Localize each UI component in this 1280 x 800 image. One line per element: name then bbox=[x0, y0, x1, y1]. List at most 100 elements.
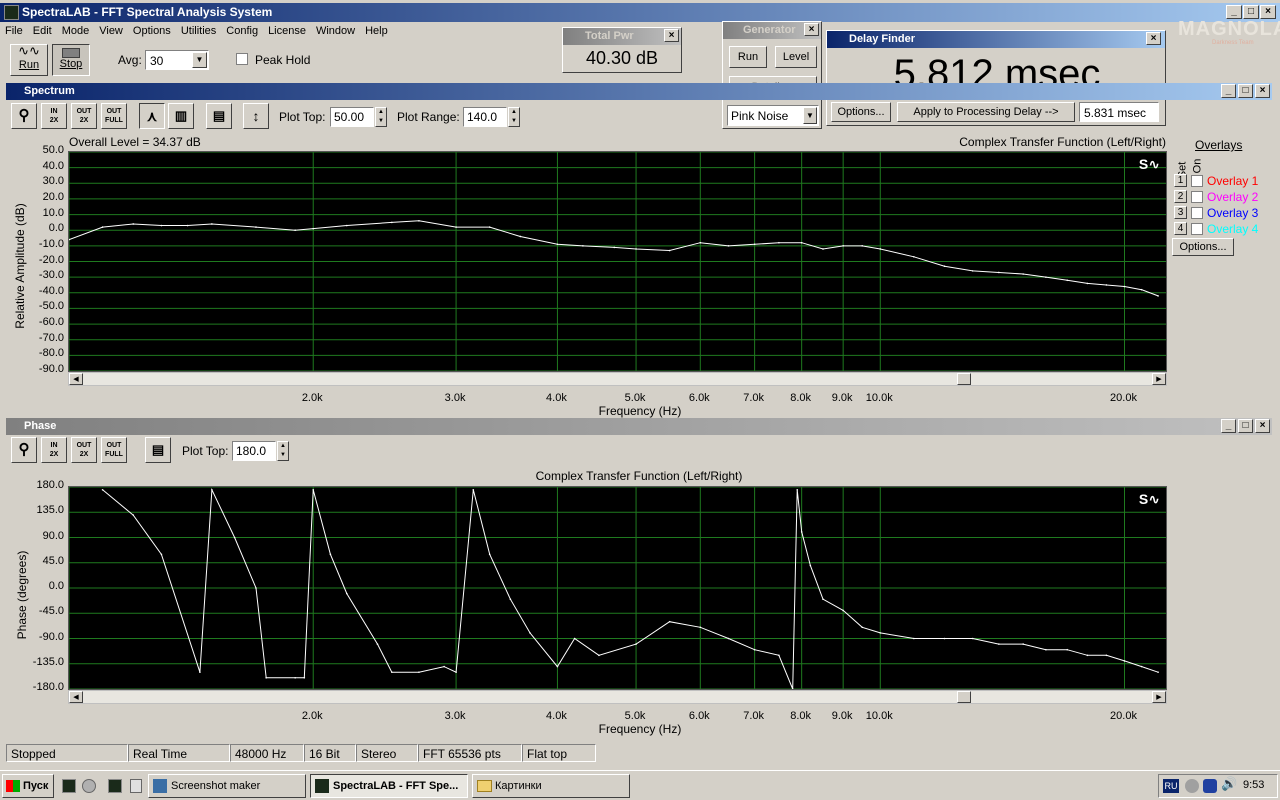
generator-title-bar: Generator × bbox=[723, 22, 821, 39]
total-pwr-title-bar: Total Pwr × bbox=[563, 28, 681, 45]
menu-window[interactable]: Window bbox=[311, 23, 360, 37]
overlay-on-checkbox-2[interactable] bbox=[1191, 191, 1203, 203]
chevron-down-icon[interactable]: ▼ bbox=[192, 52, 207, 68]
run-button[interactable]: ∿∿ Run bbox=[10, 44, 48, 76]
phase-minimize-button[interactable]: _ bbox=[1221, 419, 1236, 433]
task-kartinki[interactable]: Картинки bbox=[472, 774, 630, 798]
plot-top-field[interactable]: 50.00 bbox=[330, 107, 374, 127]
menu-file[interactable]: File bbox=[0, 23, 28, 37]
overlay-on-checkbox-4[interactable] bbox=[1191, 223, 1203, 235]
scroll-left-icon[interactable]: ◀ bbox=[69, 373, 83, 385]
overlay-set-button-1[interactable]: 1 bbox=[1174, 174, 1187, 187]
task-spectralab[interactable]: SpectraLAB - FFT Spe... bbox=[310, 774, 468, 798]
spectrum-data-point bbox=[861, 245, 864, 247]
scroll-right-icon[interactable]: ▶ bbox=[1152, 373, 1166, 385]
status-window: Flat top bbox=[522, 744, 596, 762]
phase-scrollbar[interactable]: ◀ ▶ bbox=[68, 690, 1167, 704]
menu-license[interactable]: License bbox=[263, 23, 311, 37]
menu-edit[interactable]: Edit bbox=[28, 23, 57, 37]
scroll-thumb[interactable] bbox=[957, 373, 971, 385]
tray-network-icon[interactable] bbox=[1203, 779, 1217, 793]
maximize-button[interactable]: □ bbox=[1243, 5, 1259, 19]
bar-plot-icon[interactable]: ▥ bbox=[168, 103, 194, 129]
quicklaunch-app-icon[interactable] bbox=[82, 779, 96, 793]
scroll-right-icon[interactable]: ▶ bbox=[1152, 691, 1166, 703]
menu-options[interactable]: Options bbox=[128, 23, 176, 37]
plot-range-spinner[interactable]: ▲ ▼ bbox=[508, 107, 520, 127]
language-indicator[interactable]: RU bbox=[1163, 779, 1179, 793]
phase-display-settings-icon[interactable]: ▤ bbox=[145, 437, 171, 463]
menu-view[interactable]: View bbox=[94, 23, 128, 37]
phase-close-button[interactable]: × bbox=[1255, 419, 1270, 433]
generator-run-button[interactable]: Run bbox=[729, 46, 767, 68]
autoscale-icon[interactable]: ↕ bbox=[243, 103, 269, 129]
close-button[interactable]: × bbox=[1260, 5, 1276, 19]
menu-utilities[interactable]: Utilities bbox=[176, 23, 221, 37]
spectrum-scrollbar[interactable]: ◀ ▶ bbox=[68, 372, 1167, 386]
spectrum-maximize-button[interactable]: □ bbox=[1238, 84, 1253, 98]
minimize-button[interactable]: _ bbox=[1226, 5, 1242, 19]
overlay-set-button-2[interactable]: 2 bbox=[1174, 190, 1187, 203]
phase-maximize-button[interactable]: □ bbox=[1238, 419, 1253, 433]
volume-icon[interactable]: 🔊 bbox=[1221, 777, 1237, 792]
overlay-options-button[interactable]: Options... bbox=[1172, 238, 1234, 256]
menu-help[interactable]: Help bbox=[360, 23, 393, 37]
overlay-on-checkbox-1[interactable] bbox=[1191, 175, 1203, 187]
phase-plot-top-spinner[interactable]: ▲ ▼ bbox=[277, 441, 289, 461]
quicklaunch-spectralab2-icon[interactable] bbox=[108, 779, 122, 793]
phase-data-point bbox=[796, 489, 799, 491]
spectrum-plot[interactable]: S∿ bbox=[68, 151, 1167, 372]
spectrum-close-button[interactable]: × bbox=[1255, 84, 1270, 98]
chevron-down-icon[interactable]: ▼ bbox=[803, 107, 817, 124]
phase-x-tick: 5.0k bbox=[624, 710, 646, 722]
spectrum-data-point bbox=[800, 241, 803, 244]
spectrum-minimize-button[interactable]: _ bbox=[1221, 84, 1236, 98]
avg-select[interactable]: 30 ▼ bbox=[145, 50, 209, 70]
scroll-thumb[interactable] bbox=[957, 691, 971, 703]
menu-config[interactable]: Config bbox=[221, 23, 263, 37]
generator-close-button[interactable]: × bbox=[804, 23, 819, 36]
phase-data-point bbox=[160, 553, 163, 556]
apply-delay-button[interactable]: Apply to Processing Delay --> bbox=[897, 102, 1075, 122]
menu-mode[interactable]: Mode bbox=[57, 23, 95, 37]
start-button[interactable]: Пуск bbox=[2, 774, 54, 798]
zoom-icon[interactable]: ⚲ bbox=[11, 103, 37, 129]
phase-y-tick: -45.0 bbox=[38, 605, 64, 618]
total-pwr-close-button[interactable]: × bbox=[664, 29, 679, 42]
phase-zoom-out-full-icon[interactable]: OUT FULL bbox=[101, 437, 127, 463]
plot-range-field[interactable]: 140.0 bbox=[463, 107, 507, 127]
tray-app-icon[interactable] bbox=[1185, 779, 1199, 793]
scroll-left-icon[interactable]: ◀ bbox=[69, 691, 83, 703]
phase-data-point bbox=[778, 654, 780, 657]
phase-data-point bbox=[1123, 660, 1126, 662]
spectrum-y-tick: 10.0 bbox=[42, 206, 64, 219]
spectrum-data-point bbox=[186, 224, 189, 227]
overlay-set-button-4[interactable]: 4 bbox=[1174, 222, 1187, 235]
zoom-in-2x-icon[interactable]: IN 2X bbox=[41, 103, 67, 129]
processing-delay-field[interactable]: 5.831 msec bbox=[1079, 102, 1159, 122]
zoom-out-2x-icon[interactable]: OUT 2X bbox=[71, 103, 97, 129]
phase-plot[interactable]: S∿ bbox=[68, 486, 1167, 690]
phase-plot-top-field[interactable]: 180.0 bbox=[232, 441, 276, 461]
stop-button[interactable]: Stop bbox=[52, 44, 90, 76]
generator-level-button[interactable]: Level bbox=[775, 46, 817, 68]
phase-zoom-out-2x-icon[interactable]: OUT 2X bbox=[71, 437, 97, 463]
zoom-out-full-icon[interactable]: OUT FULL bbox=[101, 103, 127, 129]
peak-hold-checkbox[interactable] bbox=[236, 53, 248, 65]
plot-top-spinner[interactable]: ▲ ▼ bbox=[375, 107, 387, 127]
line-plot-icon[interactable]: ⋏ bbox=[139, 103, 165, 129]
phase-data-point bbox=[598, 654, 600, 657]
task-screenshot-maker[interactable]: Screenshot maker bbox=[148, 774, 306, 798]
phase-data-point bbox=[211, 489, 213, 491]
quicklaunch-spectralab-icon[interactable] bbox=[62, 779, 76, 793]
phase-zoom-in-2x-icon[interactable]: IN 2X bbox=[41, 437, 67, 463]
overlay-on-checkbox-3[interactable] bbox=[1191, 207, 1203, 219]
signal-select[interactable]: Pink Noise ▼ bbox=[727, 105, 819, 126]
overlay-set-button-3[interactable]: 3 bbox=[1174, 206, 1187, 219]
delay-finder-title: Delay Finder bbox=[849, 33, 916, 45]
delay-options-button[interactable]: Options... bbox=[831, 102, 891, 122]
display-settings-icon[interactable]: ▤ bbox=[206, 103, 232, 129]
quicklaunch-explorer-icon[interactable] bbox=[130, 779, 142, 793]
delay-finder-close-button[interactable]: × bbox=[1146, 32, 1161, 45]
phase-zoom-icon[interactable]: ⚲ bbox=[11, 437, 37, 463]
